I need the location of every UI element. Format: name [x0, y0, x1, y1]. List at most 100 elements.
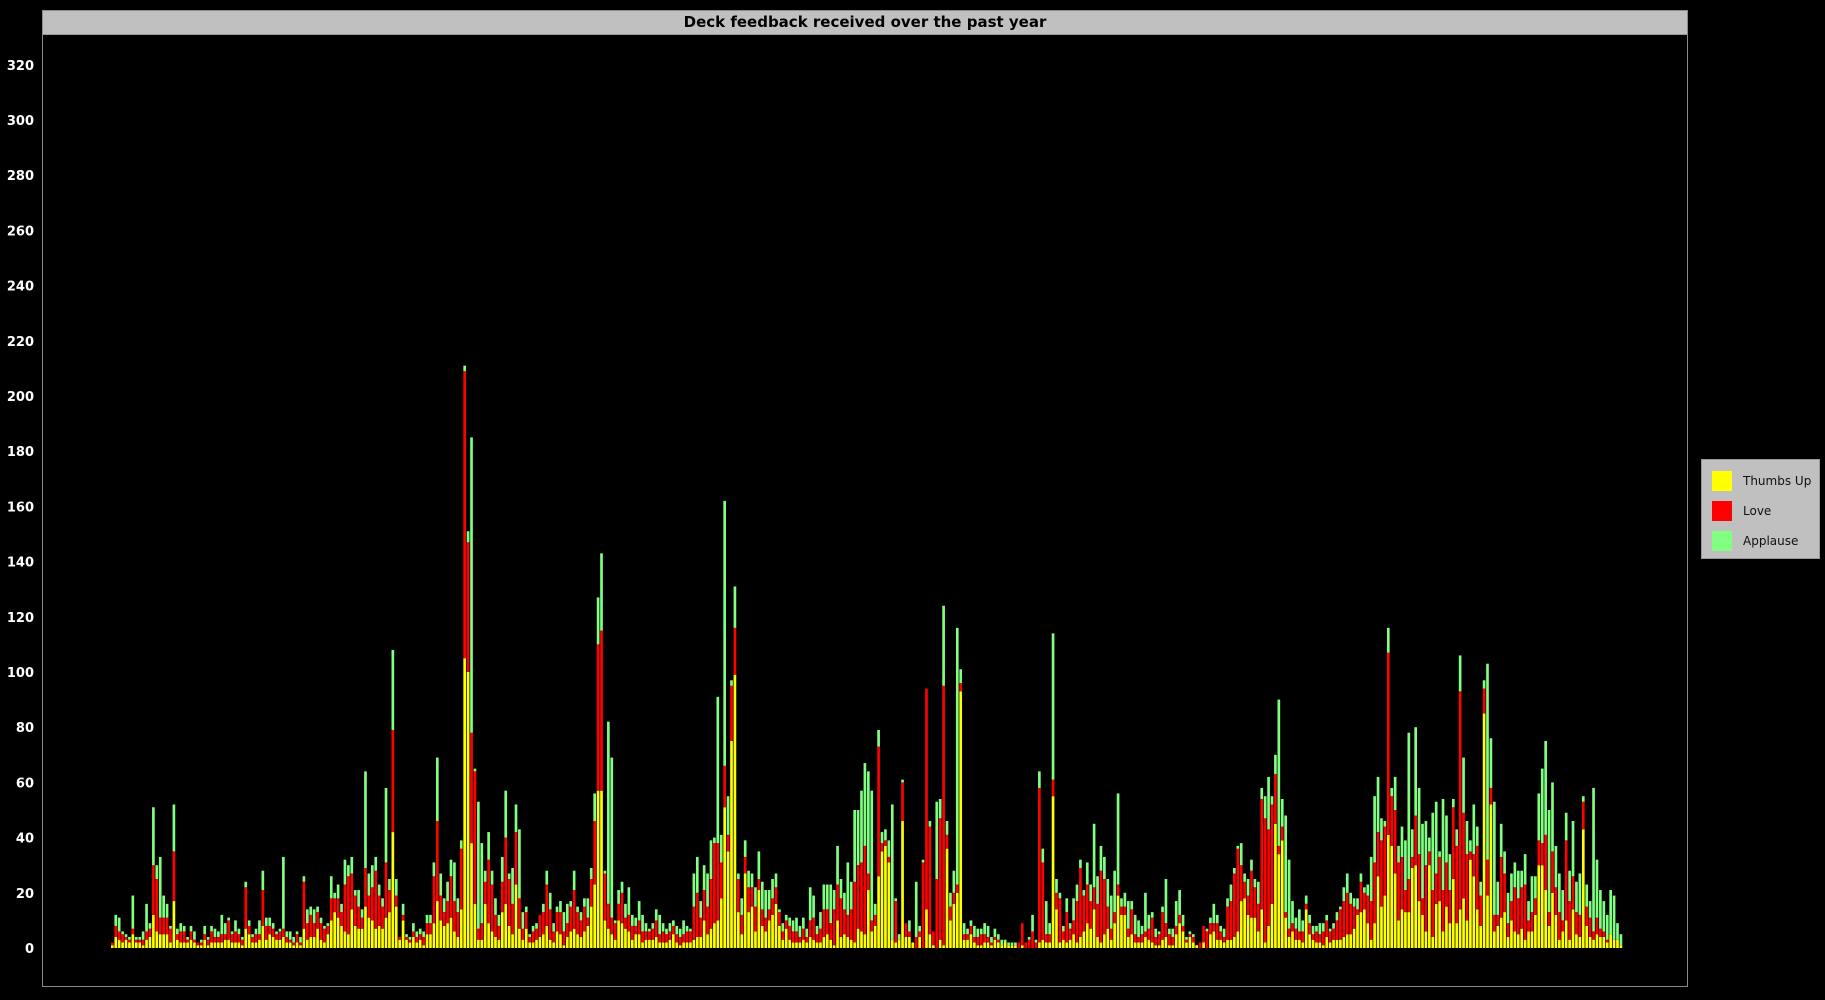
bar-applause — [1489, 738, 1493, 788]
bar-love — [302, 881, 306, 929]
bar-love — [648, 931, 651, 940]
bar-applause — [1578, 873, 1582, 915]
bar-thumbs-up — [114, 936, 118, 948]
bar-thumbs-up — [1222, 942, 1226, 948]
bar-applause — [1178, 890, 1181, 915]
bar-love — [918, 931, 921, 937]
bar-applause — [1171, 928, 1175, 937]
bar-love — [747, 887, 750, 913]
bar-love — [1109, 928, 1113, 940]
bar-love — [754, 906, 757, 932]
bar-love — [1321, 931, 1325, 946]
bar-thumbs-up — [111, 945, 114, 948]
bar-applause — [1308, 914, 1311, 924]
bar-applause — [1233, 867, 1236, 874]
bar-love — [805, 936, 809, 943]
bar-applause — [832, 890, 836, 910]
bar-applause — [1256, 881, 1260, 904]
bar-love — [1592, 931, 1595, 940]
bar-applause — [1458, 655, 1462, 692]
bar-love — [398, 936, 402, 940]
bar-thumbs-up — [1393, 873, 1397, 948]
bar-thumbs-up — [836, 920, 839, 948]
bar-love — [1061, 931, 1065, 940]
bar-love — [955, 884, 959, 893]
bar-love — [1106, 906, 1110, 929]
bar-love — [1530, 912, 1534, 932]
bar-applause — [603, 870, 607, 874]
bar-thumbs-up — [422, 945, 425, 948]
bar-applause — [309, 906, 313, 915]
bar-thumbs-up — [1380, 906, 1383, 948]
bar-applause — [152, 807, 155, 866]
bar-thumbs-up — [1263, 942, 1267, 948]
bar-applause — [199, 939, 203, 943]
legend-item-thumbs-up: Thumbs Up — [1712, 470, 1811, 492]
bar-applause — [230, 931, 234, 935]
bar-applause — [959, 669, 963, 684]
bar-love — [723, 765, 726, 808]
bar-applause — [148, 923, 152, 929]
bar-applause — [405, 934, 408, 937]
bar-love — [767, 909, 771, 921]
bar-thumbs-up — [781, 939, 785, 948]
bar-love — [1523, 884, 1527, 940]
bar-applause — [220, 914, 224, 935]
bar-thumbs-up — [1250, 917, 1253, 948]
bar-applause — [305, 909, 309, 924]
bar-love — [1499, 856, 1503, 918]
bar-applause — [319, 917, 323, 924]
bar-love — [966, 934, 969, 940]
bar-love — [969, 925, 973, 935]
bar-thumbs-up — [1229, 939, 1233, 948]
bar-love — [432, 876, 436, 924]
bar-thumbs-up — [1191, 942, 1195, 948]
bar-applause — [682, 920, 685, 935]
bar-love — [788, 925, 791, 940]
bar-love — [1079, 867, 1082, 937]
bar-thumbs-up — [1424, 931, 1428, 948]
bar-applause — [367, 873, 371, 896]
bar-thumbs-up — [264, 939, 268, 948]
bar-thumbs-up — [1448, 923, 1452, 948]
bar-love — [1284, 912, 1288, 918]
bar-thumbs-up — [802, 939, 805, 948]
bar-applause — [1267, 776, 1270, 830]
bar-thumbs-up — [942, 945, 945, 948]
bar-thumbs-up — [1578, 936, 1582, 948]
bar-applause — [764, 890, 768, 918]
bar-applause — [996, 934, 1000, 940]
bar-love — [548, 909, 552, 940]
bar-love — [309, 914, 313, 937]
bar-love — [873, 914, 877, 926]
bar-thumbs-up — [1188, 936, 1192, 948]
bar-thumbs-up — [798, 942, 802, 948]
bar-thumbs-up — [1161, 939, 1164, 948]
bar-thumbs-up — [932, 945, 935, 948]
bar-applause — [353, 890, 357, 896]
legend: Thumbs Up Love Applause — [1701, 459, 1820, 559]
bar-applause — [757, 851, 761, 879]
bar-applause — [654, 909, 658, 921]
bar-applause — [672, 920, 675, 926]
bar-applause — [391, 649, 395, 730]
bar-love — [1342, 901, 1346, 937]
bar-applause — [466, 531, 470, 543]
bar-applause — [473, 768, 477, 772]
y-tick-label: 240 — [7, 280, 34, 295]
bar-applause — [377, 884, 381, 896]
bar-love — [1178, 914, 1181, 924]
bar-thumbs-up — [299, 945, 302, 948]
bar-applause — [569, 901, 573, 907]
bar-thumbs-up — [562, 945, 566, 948]
bar-love — [675, 934, 679, 943]
bar-applause — [559, 901, 562, 913]
bar-applause — [336, 884, 340, 899]
bar-applause — [312, 909, 316, 924]
bar-love — [757, 879, 761, 891]
bar-applause — [364, 771, 367, 868]
bar-thumbs-up — [323, 942, 326, 948]
bar-applause — [1390, 787, 1394, 797]
bar-thumbs-up — [1499, 917, 1503, 948]
bar-love — [326, 925, 330, 935]
